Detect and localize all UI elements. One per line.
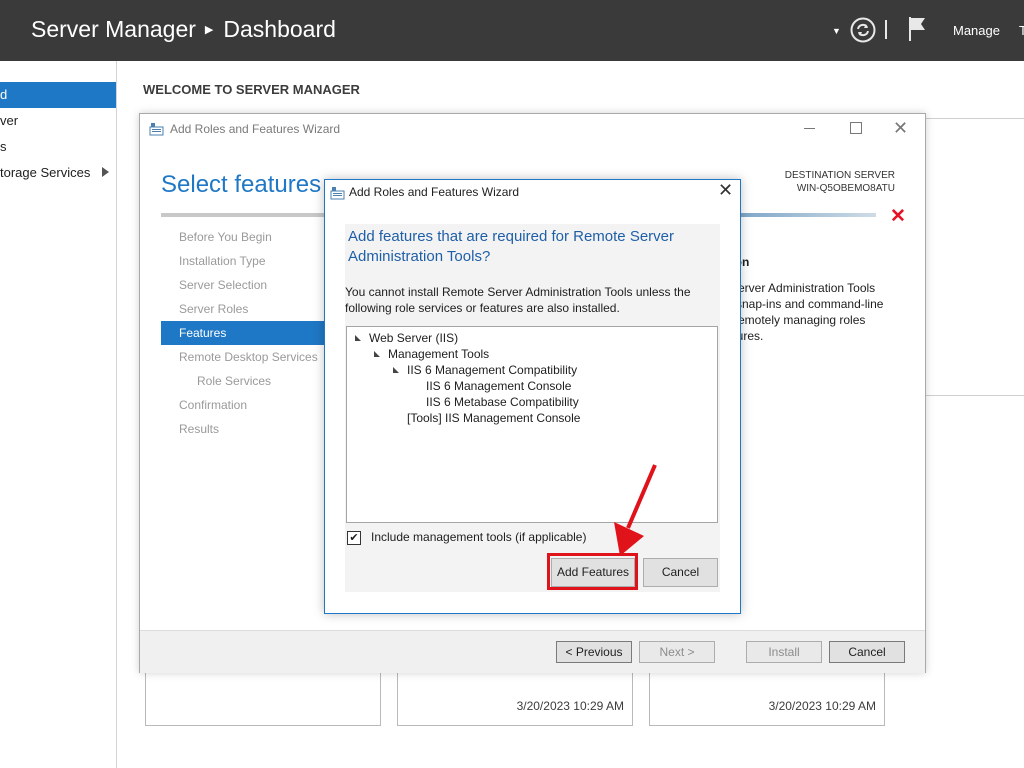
page-heading: Select features bbox=[161, 171, 322, 198]
expand-triangle-icon[interactable] bbox=[393, 367, 399, 373]
dropdown-caret-icon[interactable]: ▼ bbox=[832, 26, 841, 36]
tree-item[interactable]: [Tools] IIS Management Console bbox=[407, 411, 580, 425]
step-results: Results bbox=[179, 422, 220, 436]
tree-item[interactable]: Management Tools bbox=[374, 347, 489, 361]
app-title: Server Manager bbox=[31, 16, 196, 42]
tree-item-label: IIS 6 Management Compatibility bbox=[407, 363, 578, 377]
dialog-title: Add Roles and Features Wizard bbox=[349, 185, 520, 199]
tree-item[interactable]: IIS 6 Management Console bbox=[426, 379, 571, 393]
minimize-icon[interactable] bbox=[804, 128, 815, 129]
expand-triangle-icon[interactable] bbox=[374, 351, 380, 357]
previous-button[interactable]: < Previous bbox=[556, 641, 632, 663]
description-line: es snap-ins and command-line bbox=[720, 297, 884, 311]
step-remote-desktop-services: Remote Desktop Services bbox=[179, 350, 318, 364]
wizard-cancel-button[interactable]: Cancel bbox=[829, 641, 905, 663]
manage-menu[interactable]: Manage bbox=[953, 23, 1000, 38]
nav-item-local-server[interactable]: ver bbox=[0, 108, 116, 134]
tile-timestamp: 3/20/2023 10:29 AM bbox=[768, 699, 876, 713]
dialog-heading: Add features that are required for Remot… bbox=[348, 228, 675, 265]
destination-server-label: DESTINATION SERVER bbox=[784, 170, 895, 181]
include-tools-checkbox[interactable]: ✔ bbox=[347, 531, 361, 545]
tree-item[interactable]: IIS 6 Metabase Compatibility bbox=[426, 395, 579, 409]
dialog-message: You cannot install Remote Server Adminis… bbox=[345, 285, 691, 315]
breadcrumb: Server Manager ▶ Dashboard bbox=[31, 16, 336, 43]
red-arrow-annotation-icon bbox=[614, 464, 657, 556]
chevron-right-icon[interactable] bbox=[102, 167, 109, 177]
step-features[interactable]: Features bbox=[161, 321, 329, 345]
header-divider bbox=[885, 20, 887, 39]
nav-item-all-servers[interactable]: s bbox=[0, 134, 116, 160]
dashboard-tile[interactable]: 3/20/2023 10:29 AM bbox=[649, 672, 885, 726]
step-server-selection: Server Selection bbox=[179, 278, 268, 292]
tree-item-label: Management Tools bbox=[388, 347, 490, 361]
add-features-dialog: Add Roles and Features Wizard ✕ Add feat… bbox=[324, 179, 741, 614]
dialog-cancel-button[interactable]: Cancel bbox=[643, 558, 718, 587]
page-title: Dashboard bbox=[223, 16, 336, 42]
welcome-heading: WELCOME TO SERVER MANAGER bbox=[143, 82, 360, 97]
install-button[interactable]: Install bbox=[746, 641, 822, 663]
tree-item[interactable]: Web Server (IIS) bbox=[355, 331, 458, 345]
destination-server-name: WIN-Q5OBEMO8ATU bbox=[796, 183, 895, 194]
nav-item-dashboard[interactable]: d bbox=[0, 82, 116, 108]
expand-triangle-icon[interactable] bbox=[355, 335, 361, 341]
tree-item-label: Web Server (IIS) bbox=[369, 331, 459, 345]
refresh-icon[interactable] bbox=[850, 17, 876, 43]
dashboard-tile[interactable]: 3/20/2023 10:29 AM bbox=[397, 672, 633, 726]
close-icon[interactable]: ✕ bbox=[893, 118, 908, 139]
tree-item[interactable]: IIS 6 Management Compatibility bbox=[393, 363, 577, 377]
step-installation-type: Installation Type bbox=[179, 254, 266, 268]
progress-bar-fill bbox=[740, 213, 876, 217]
wizard-app-icon bbox=[149, 123, 164, 136]
description-line: or remotely managing roles bbox=[720, 313, 866, 327]
background-panel bbox=[924, 118, 1024, 396]
step-role-services: Role Services bbox=[197, 374, 272, 388]
wizard-title: Add Roles and Features Wizard bbox=[170, 122, 341, 136]
error-icon[interactable]: ✕ bbox=[890, 205, 906, 228]
next-button[interactable]: Next > bbox=[639, 641, 715, 663]
dialog-close-icon[interactable]: ✕ bbox=[718, 180, 733, 201]
navigation-pane: d ver s torage Services bbox=[0, 61, 117, 768]
breadcrumb-separator-icon: ▶ bbox=[204, 24, 214, 36]
maximize-icon[interactable] bbox=[850, 122, 862, 134]
step-server-roles: Server Roles bbox=[179, 302, 249, 316]
tile-timestamp: 3/20/2023 10:29 AM bbox=[516, 699, 624, 713]
notifications-flag-icon[interactable] bbox=[906, 16, 928, 42]
dashboard-tile[interactable] bbox=[145, 672, 381, 726]
tools-menu[interactable]: Tools bbox=[1019, 23, 1024, 38]
dialog-app-icon bbox=[330, 187, 345, 200]
description-line: e Server Administration Tools bbox=[720, 281, 876, 295]
wizard-footer: < Previous Next > Install Cancel bbox=[140, 630, 925, 673]
step-confirmation: Confirmation bbox=[179, 398, 248, 412]
nav-item-file-storage-services[interactable]: torage Services bbox=[0, 160, 116, 186]
step-before-you-begin: Before You Begin bbox=[179, 230, 272, 244]
include-tools-label[interactable]: Include management tools (if applicable) bbox=[371, 530, 586, 544]
